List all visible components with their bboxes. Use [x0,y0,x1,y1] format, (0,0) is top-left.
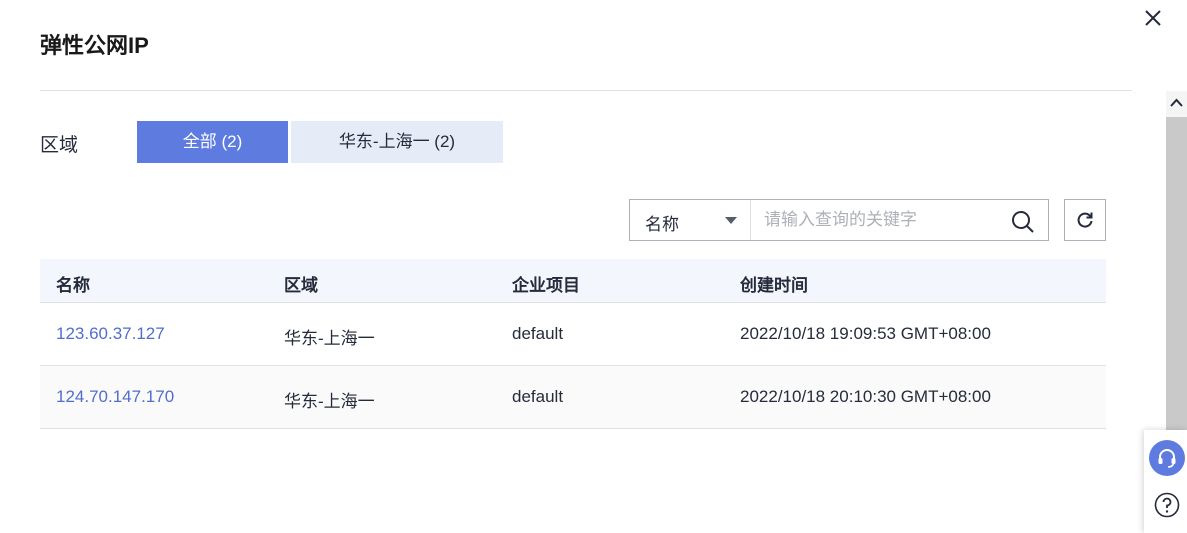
search-icon[interactable] [1011,210,1035,234]
close-button[interactable] [1142,7,1164,29]
headset-icon [1158,449,1176,468]
region-tab-east-china-shanghai1[interactable]: 华东-上海一 (2) [291,121,503,163]
floating-help-bar [1144,430,1187,533]
search-field-select[interactable]: 名称 [630,200,751,240]
table-row[interactable]: 123.60.37.127 华东-上海一 default 2022/10/18 … [40,303,1106,366]
region-label: 区域 [40,135,79,156]
customer-service-button[interactable] [1149,440,1185,476]
region-cell: 华东-上海一 [284,392,375,411]
region-cell: 华东-上海一 [284,329,375,348]
close-icon [1145,10,1161,26]
region-tab-all[interactable]: 全部 (2) [137,121,288,163]
column-header-enterprise-project[interactable]: 企业项目 [512,271,580,296]
scroll-up-button[interactable] [1166,91,1187,115]
column-header-region[interactable]: 区域 [284,271,318,296]
refresh-icon [1077,212,1093,228]
column-header-name[interactable]: 名称 [56,271,90,296]
enterprise-project-cell: default [512,324,564,343]
search-bar: 名称 [629,199,1049,241]
search-input[interactable] [752,200,1026,240]
question-circle-icon [1154,492,1180,518]
title-divider [40,90,1132,91]
dialog-title: 弹性公网IP [40,33,149,58]
table-header: 名称 区域 企业项目 创建时间 [40,259,1106,303]
eip-address-link[interactable]: 123.60.37.127 [56,324,165,344]
refresh-button[interactable] [1064,199,1106,241]
column-header-created-time[interactable]: 创建时间 [740,271,808,296]
created-time-cell: 2022/10/18 19:09:53 GMT+08:00 [740,324,991,343]
caret-down-icon [725,217,737,224]
eip-address-link[interactable]: 124.70.147.170 [56,387,174,407]
help-button[interactable] [1154,492,1180,518]
enterprise-project-cell: default [512,387,564,406]
created-time-cell: 2022/10/18 20:10:30 GMT+08:00 [740,387,991,406]
chevron-up-icon [1170,98,1183,107]
search-field-selected: 名称 [645,215,679,234]
table-row[interactable]: 124.70.147.170 华东-上海一 default 2022/10/18… [40,366,1106,429]
